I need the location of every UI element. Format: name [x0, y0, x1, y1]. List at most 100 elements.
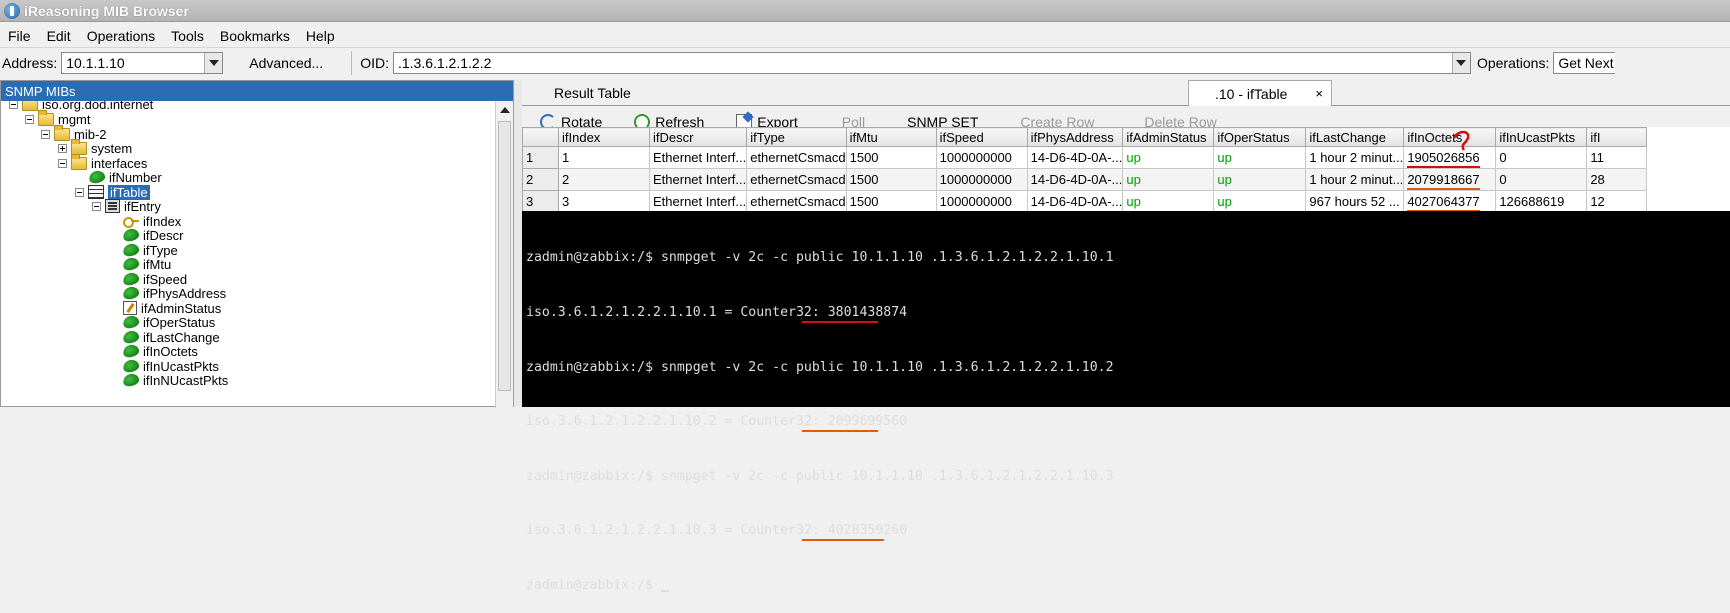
terminal-window[interactable]: zadmin@zabbix:/$ snmpget -v 2c -c public…	[522, 211, 1730, 593]
table-row[interactable]: 2 2 Ethernet Interf... ethernetCsmacd 15…	[522, 168, 1648, 191]
collapse-icon[interactable]	[41, 129, 50, 139]
expand-icon[interactable]	[58, 143, 67, 153]
table-cell[interactable]: 4027064377	[1403, 190, 1497, 211]
advanced-button[interactable]: Advanced...	[239, 51, 333, 75]
panel-splitter[interactable]	[514, 80, 522, 407]
tab-result-table[interactable]: Result Table	[542, 80, 642, 106]
table-cell[interactable]: up	[1213, 190, 1307, 211]
close-icon[interactable]: ×	[1315, 86, 1323, 101]
table-cell[interactable]: 1 hour 2 minut...	[1305, 168, 1405, 191]
row-number: 3	[522, 190, 559, 211]
tab-iftable[interactable]: .10 - ifTable ×	[1188, 80, 1332, 106]
scroll-up-icon[interactable]	[496, 101, 513, 119]
oid-value[interactable]: .1.3.6.1.2.1.2.2	[394, 55, 1452, 71]
col-header[interactable]: ifDescr	[648, 127, 748, 147]
table-cell[interactable]: 0	[1495, 146, 1588, 169]
chevron-down-icon[interactable]	[1451, 53, 1470, 73]
table-cell[interactable]: Ethernet Interf...	[648, 146, 748, 169]
table-cell[interactable]: ethernetCsmacd	[746, 190, 847, 211]
table-cell[interactable]: 1500	[845, 146, 937, 169]
row-number: 2	[522, 168, 559, 191]
table-cell[interactable]: Ethernet Interf...	[648, 168, 748, 191]
table-cell[interactable]: 1500	[845, 168, 937, 191]
folder-icon	[71, 153, 87, 170]
table-cell[interactable]: 126688619	[1495, 190, 1588, 211]
table-cell[interactable]: 14-D6-4D-0A-...	[1026, 168, 1124, 191]
tree-scrollbar[interactable]	[495, 101, 513, 408]
table-cell[interactable]: 0	[1495, 168, 1588, 191]
annotation-underline	[802, 321, 878, 323]
col-header[interactable]: ifMtu	[845, 127, 937, 147]
col-header[interactable]: ifInUcastPkts	[1495, 127, 1588, 147]
inoctets-value: 1905026856	[1407, 150, 1480, 168]
mib-tree: iso.org.dod.internet mgmt mib-2 system i…	[1, 101, 495, 408]
collapse-icon[interactable]	[9, 101, 18, 109]
collapse-icon[interactable]	[75, 187, 84, 197]
collapse-icon[interactable]	[92, 201, 101, 211]
col-header[interactable]: ifAdminStatus	[1122, 127, 1215, 147]
address-value[interactable]: 10.1.1.10	[62, 55, 204, 71]
tab-label: .10 - ifTable	[1215, 85, 1288, 102]
col-header[interactable]: ifPhysAddress	[1026, 127, 1124, 147]
table-header-row: ifIndex ifDescr ifType ifMtu ifSpeed ifP…	[522, 127, 1648, 147]
entry-icon	[105, 199, 120, 213]
table-cell[interactable]: up	[1213, 146, 1307, 169]
terminal-line: iso.3.6.1.2.1.2.2.1.10.2 = Counter32: 20…	[526, 413, 1730, 433]
table-cell[interactable]: up	[1122, 168, 1215, 191]
col-header[interactable]: ifIndex	[558, 127, 650, 147]
chevron-down-icon[interactable]	[204, 53, 223, 73]
menu-bar: File Edit Operations Tools Bookmarks Hel…	[0, 24, 1730, 48]
scroll-thumb[interactable]	[498, 121, 511, 391]
col-header[interactable]: ifInOctets	[1403, 127, 1497, 147]
address-combo[interactable]: 10.1.1.10	[61, 52, 224, 74]
collapse-icon[interactable]	[58, 158, 67, 168]
table-cell[interactable]: 14-D6-4D-0A-...	[1026, 146, 1124, 169]
table-cell[interactable]: 12	[1586, 190, 1648, 211]
table-cell[interactable]: 1000000000	[935, 168, 1028, 191]
table-cell[interactable]: 28	[1586, 168, 1648, 191]
menu-edit[interactable]: Edit	[39, 28, 79, 44]
app-icon	[4, 2, 20, 19]
table-cell[interactable]: 1000000000	[935, 146, 1028, 169]
col-header[interactable]: ifI	[1586, 127, 1648, 147]
collapse-icon[interactable]	[25, 114, 34, 124]
result-tabs: Result Table .10 - ifTable ×	[522, 80, 1730, 106]
table-cell[interactable]: 1000000000	[935, 190, 1028, 211]
title-bar: iReasoning MIB Browser	[0, 0, 1730, 22]
table-cell[interactable]: 1500	[845, 190, 937, 211]
table-cell[interactable]: 1 hour 2 minut...	[1305, 146, 1405, 169]
col-header[interactable]: ifLastChange	[1305, 127, 1405, 147]
operations-combo[interactable]: Get Next	[1553, 52, 1616, 74]
menu-help[interactable]: Help	[298, 28, 343, 44]
table-cell[interactable]: 14-D6-4D-0A-...	[1026, 190, 1124, 211]
table-cell[interactable]: 3	[558, 190, 650, 211]
table-cell[interactable]: 1905026856	[1403, 146, 1497, 169]
table-cell[interactable]: 11	[1586, 146, 1648, 169]
table-row[interactable]: 3 3 Ethernet Interf... ethernetCsmacd 15…	[522, 190, 1648, 211]
col-header[interactable]: ifSpeed	[935, 127, 1028, 147]
toolbar-divider	[351, 51, 353, 75]
table-cell[interactable]: 967 hours 52 ...	[1305, 190, 1405, 211]
oid-label: OID:	[360, 55, 389, 71]
table-cell[interactable]: up	[1213, 168, 1307, 191]
tree-node-ifinnucastpkts[interactable]: ifInNUcastPkts	[121, 371, 228, 389]
menu-bookmarks[interactable]: Bookmarks	[212, 28, 298, 44]
col-header[interactable]: ifOperStatus	[1213, 127, 1307, 147]
leaf-icon	[121, 372, 141, 388]
inoctets-value: 4027064377	[1407, 194, 1480, 211]
table-cell[interactable]: up	[1122, 146, 1215, 169]
table-cell[interactable]: 2079918667	[1403, 168, 1497, 191]
oid-combo[interactable]: .1.3.6.1.2.1.2.2	[392, 52, 1471, 74]
menu-tools[interactable]: Tools	[163, 28, 212, 44]
table-cell[interactable]: ethernetCsmacd	[746, 168, 847, 191]
menu-file[interactable]: File	[0, 28, 39, 44]
table-row[interactable]: 1 1 Ethernet Interf... ethernetCsmacd 15…	[522, 146, 1648, 169]
col-header[interactable]: ifType	[746, 127, 847, 147]
table-cell[interactable]: 2	[558, 168, 650, 191]
table-cell[interactable]: Ethernet Interf...	[648, 190, 748, 211]
table-cell[interactable]: up	[1122, 190, 1215, 211]
operations-value[interactable]: Get Next	[1554, 55, 1615, 71]
table-cell[interactable]: 1	[558, 146, 650, 169]
menu-operations[interactable]: Operations	[79, 28, 163, 44]
table-cell[interactable]: ethernetCsmacd	[746, 146, 847, 169]
